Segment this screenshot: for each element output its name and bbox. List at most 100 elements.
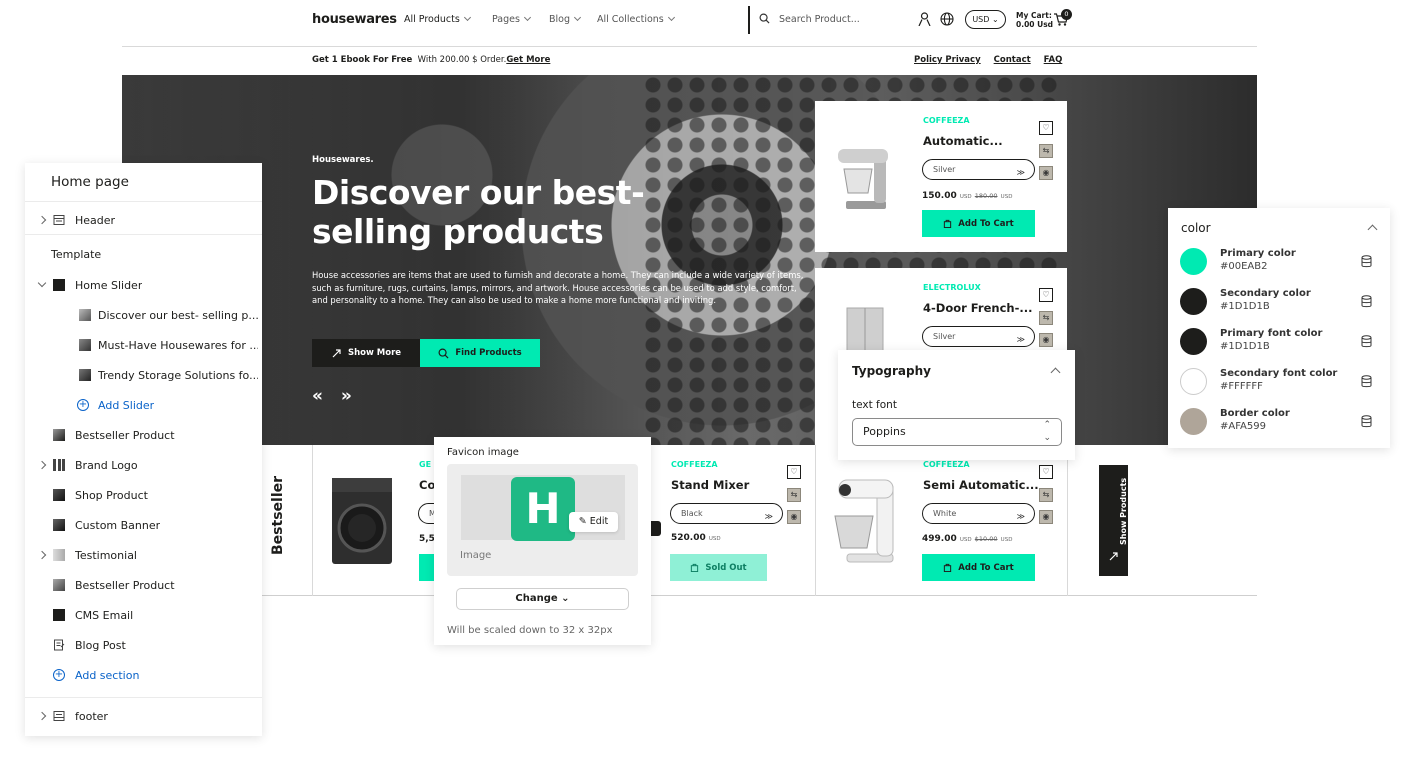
favicon-image[interactable]: H xyxy=(511,477,575,541)
color-swatch[interactable] xyxy=(1180,368,1207,395)
product-card[interactable]: COFFEEZA Stand Mixer Black ≫ 520.00 USD S… xyxy=(652,446,814,594)
product-image xyxy=(838,149,888,209)
promo-link[interactable]: Get More xyxy=(506,55,550,65)
slide-item[interactable]: Discover our best- selling p... xyxy=(25,303,262,333)
variant-select[interactable]: Black ≫ xyxy=(670,503,783,524)
wishlist-icon[interactable]: ♡ xyxy=(787,465,801,479)
quick-view-icon[interactable]: ◉ xyxy=(1039,510,1053,524)
edit-button[interactable]: ✎ Edit xyxy=(569,512,618,532)
wishlist-icon[interactable]: ♡ xyxy=(1039,465,1053,479)
chevron-down-icon xyxy=(573,13,582,22)
footer-icon xyxy=(53,711,65,721)
bestseller-label: Bestseller xyxy=(270,475,286,555)
search-icon[interactable] xyxy=(759,13,770,24)
show-more-button[interactable]: Show More xyxy=(312,339,420,367)
variant-select[interactable]: White ≫ xyxy=(922,503,1035,524)
site-logo[interactable]: housewares xyxy=(312,12,397,27)
section-custom-banner[interactable]: Custom Banner xyxy=(25,513,262,543)
add-slider-button[interactable]: + Add Slider xyxy=(25,393,262,423)
color-swatch[interactable] xyxy=(1180,248,1207,275)
wishlist-icon[interactable]: ♡ xyxy=(1039,121,1053,135)
slider-arrows[interactable]: « » xyxy=(312,386,358,406)
currency-select[interactable]: USD ⌄ xyxy=(965,10,1006,29)
section-thumbnail-icon xyxy=(53,609,65,621)
product-card[interactable]: COFFEEZA Automatic... Silver ≫ 150.00 USD… xyxy=(815,101,1067,252)
link-contact[interactable]: Contact xyxy=(994,55,1031,65)
section-testimonial[interactable]: Testimonial xyxy=(25,543,262,573)
section-home-slider[interactable]: Home Slider xyxy=(25,273,262,303)
add-to-cart-button[interactable]: Add To Cart xyxy=(922,554,1035,581)
divider xyxy=(748,6,750,34)
favicon-preview: H ✎ Edit Image xyxy=(447,464,638,576)
section-shop-product[interactable]: Shop Product xyxy=(25,483,262,513)
variant-select[interactable]: Silver ≫ xyxy=(922,326,1035,347)
color-row[interactable]: Secondary font color #FFFFFF xyxy=(1168,368,1390,408)
compare-icon[interactable]: ⇆ xyxy=(1039,311,1053,325)
color-row[interactable]: Primary font color #1D1D1B xyxy=(1168,328,1390,368)
slide-item[interactable]: Trendy Storage Solutions fo... xyxy=(25,363,262,393)
product-card[interactable]: GE Co M 5,5 xyxy=(313,446,458,594)
find-products-button[interactable]: Find Products xyxy=(420,339,540,367)
color-row[interactable]: Secondary color #1D1D1B xyxy=(1168,288,1390,328)
wishlist-icon[interactable]: ♡ xyxy=(1039,288,1053,302)
cart-summary[interactable]: My Cart: 0.00 Usd xyxy=(1016,11,1053,29)
menu-blog[interactable]: Blog xyxy=(549,13,582,25)
hero-slider: Housewares. Discover our best- selling p… xyxy=(122,75,1257,445)
color-row[interactable]: Border color #AFA599 xyxy=(1168,408,1390,448)
database-icon[interactable] xyxy=(1361,375,1372,388)
database-icon[interactable] xyxy=(1361,335,1372,348)
compare-icon[interactable]: ⇆ xyxy=(787,488,801,502)
section-thumbnail-icon xyxy=(53,519,65,531)
search-icon xyxy=(438,348,449,359)
section-bestseller-product[interactable]: Bestseller Product xyxy=(25,423,262,453)
database-icon[interactable] xyxy=(1361,255,1372,268)
image-label: Image xyxy=(460,550,492,561)
menu-all-collections[interactable]: All Collections xyxy=(597,13,675,25)
section-bestseller-product[interactable]: Bestseller Product xyxy=(25,573,262,603)
section-brand-logo[interactable]: Brand Logo xyxy=(25,453,262,483)
panel-title: Home page xyxy=(51,174,129,190)
color-swatch[interactable] xyxy=(1180,408,1207,435)
product-card[interactable]: COFFEEZA Semi Automatic... White ≫ 499.00… xyxy=(815,446,1067,594)
section-cms-email[interactable]: CMS Email xyxy=(25,603,262,633)
hero-description: House accessories are items that are use… xyxy=(312,270,804,306)
text-font-label: text font xyxy=(852,399,897,411)
chevron-up-icon[interactable] xyxy=(1367,224,1378,235)
promo-links: Policy Privacy Contact FAQ xyxy=(914,55,1075,65)
variant-select[interactable]: Silver ≫ xyxy=(922,159,1035,180)
color-row[interactable]: Primary color #00EAB2 xyxy=(1168,248,1390,288)
add-to-cart-button[interactable]: Add To Cart xyxy=(922,210,1035,237)
font-select[interactable]: Poppins ⌃ ⌄ xyxy=(852,418,1062,446)
quick-view-icon[interactable]: ◉ xyxy=(787,510,801,524)
product-image xyxy=(846,307,884,356)
database-icon[interactable] xyxy=(1361,415,1372,428)
search-input[interactable]: Search Product... xyxy=(779,14,860,25)
database-icon[interactable] xyxy=(1361,295,1372,308)
section-footer[interactable]: footer xyxy=(25,704,262,734)
sold-out-button[interactable]: Sold Out xyxy=(670,554,767,581)
color-title: color xyxy=(1181,221,1211,235)
bag-icon xyxy=(944,219,952,228)
slide-thumbnail-icon xyxy=(79,339,91,351)
template-heading: Template xyxy=(51,248,102,261)
menu-all-products[interactable]: All Products xyxy=(404,13,471,25)
compare-icon[interactable]: ⇆ xyxy=(1039,488,1053,502)
updown-icon: ⌃ ⌄ xyxy=(1043,420,1051,443)
cart-count-badge: 0 xyxy=(1061,9,1072,20)
color-swatch[interactable] xyxy=(1180,288,1207,315)
show-products-button[interactable]: Show Products xyxy=(1099,465,1128,576)
menu-pages[interactable]: Pages xyxy=(492,13,531,25)
section-blog-post[interactable]: Blog Post xyxy=(25,633,262,663)
compare-icon[interactable]: ⇆ xyxy=(1039,144,1053,158)
globe-icon[interactable] xyxy=(940,12,954,26)
change-button[interactable]: Change ⌄ xyxy=(456,588,629,610)
link-policy-privacy[interactable]: Policy Privacy xyxy=(914,55,981,65)
quick-view-icon[interactable]: ◉ xyxy=(1039,166,1053,180)
color-swatch[interactable] xyxy=(1180,328,1207,355)
slide-item[interactable]: Must-Have Housewares for ... xyxy=(25,333,262,363)
user-icon[interactable] xyxy=(918,12,931,26)
chevron-up-icon[interactable] xyxy=(1050,367,1061,378)
add-section-button[interactable]: + Add section xyxy=(25,663,262,693)
link-faq[interactable]: FAQ xyxy=(1044,55,1063,65)
quick-view-icon[interactable]: ◉ xyxy=(1039,333,1053,347)
